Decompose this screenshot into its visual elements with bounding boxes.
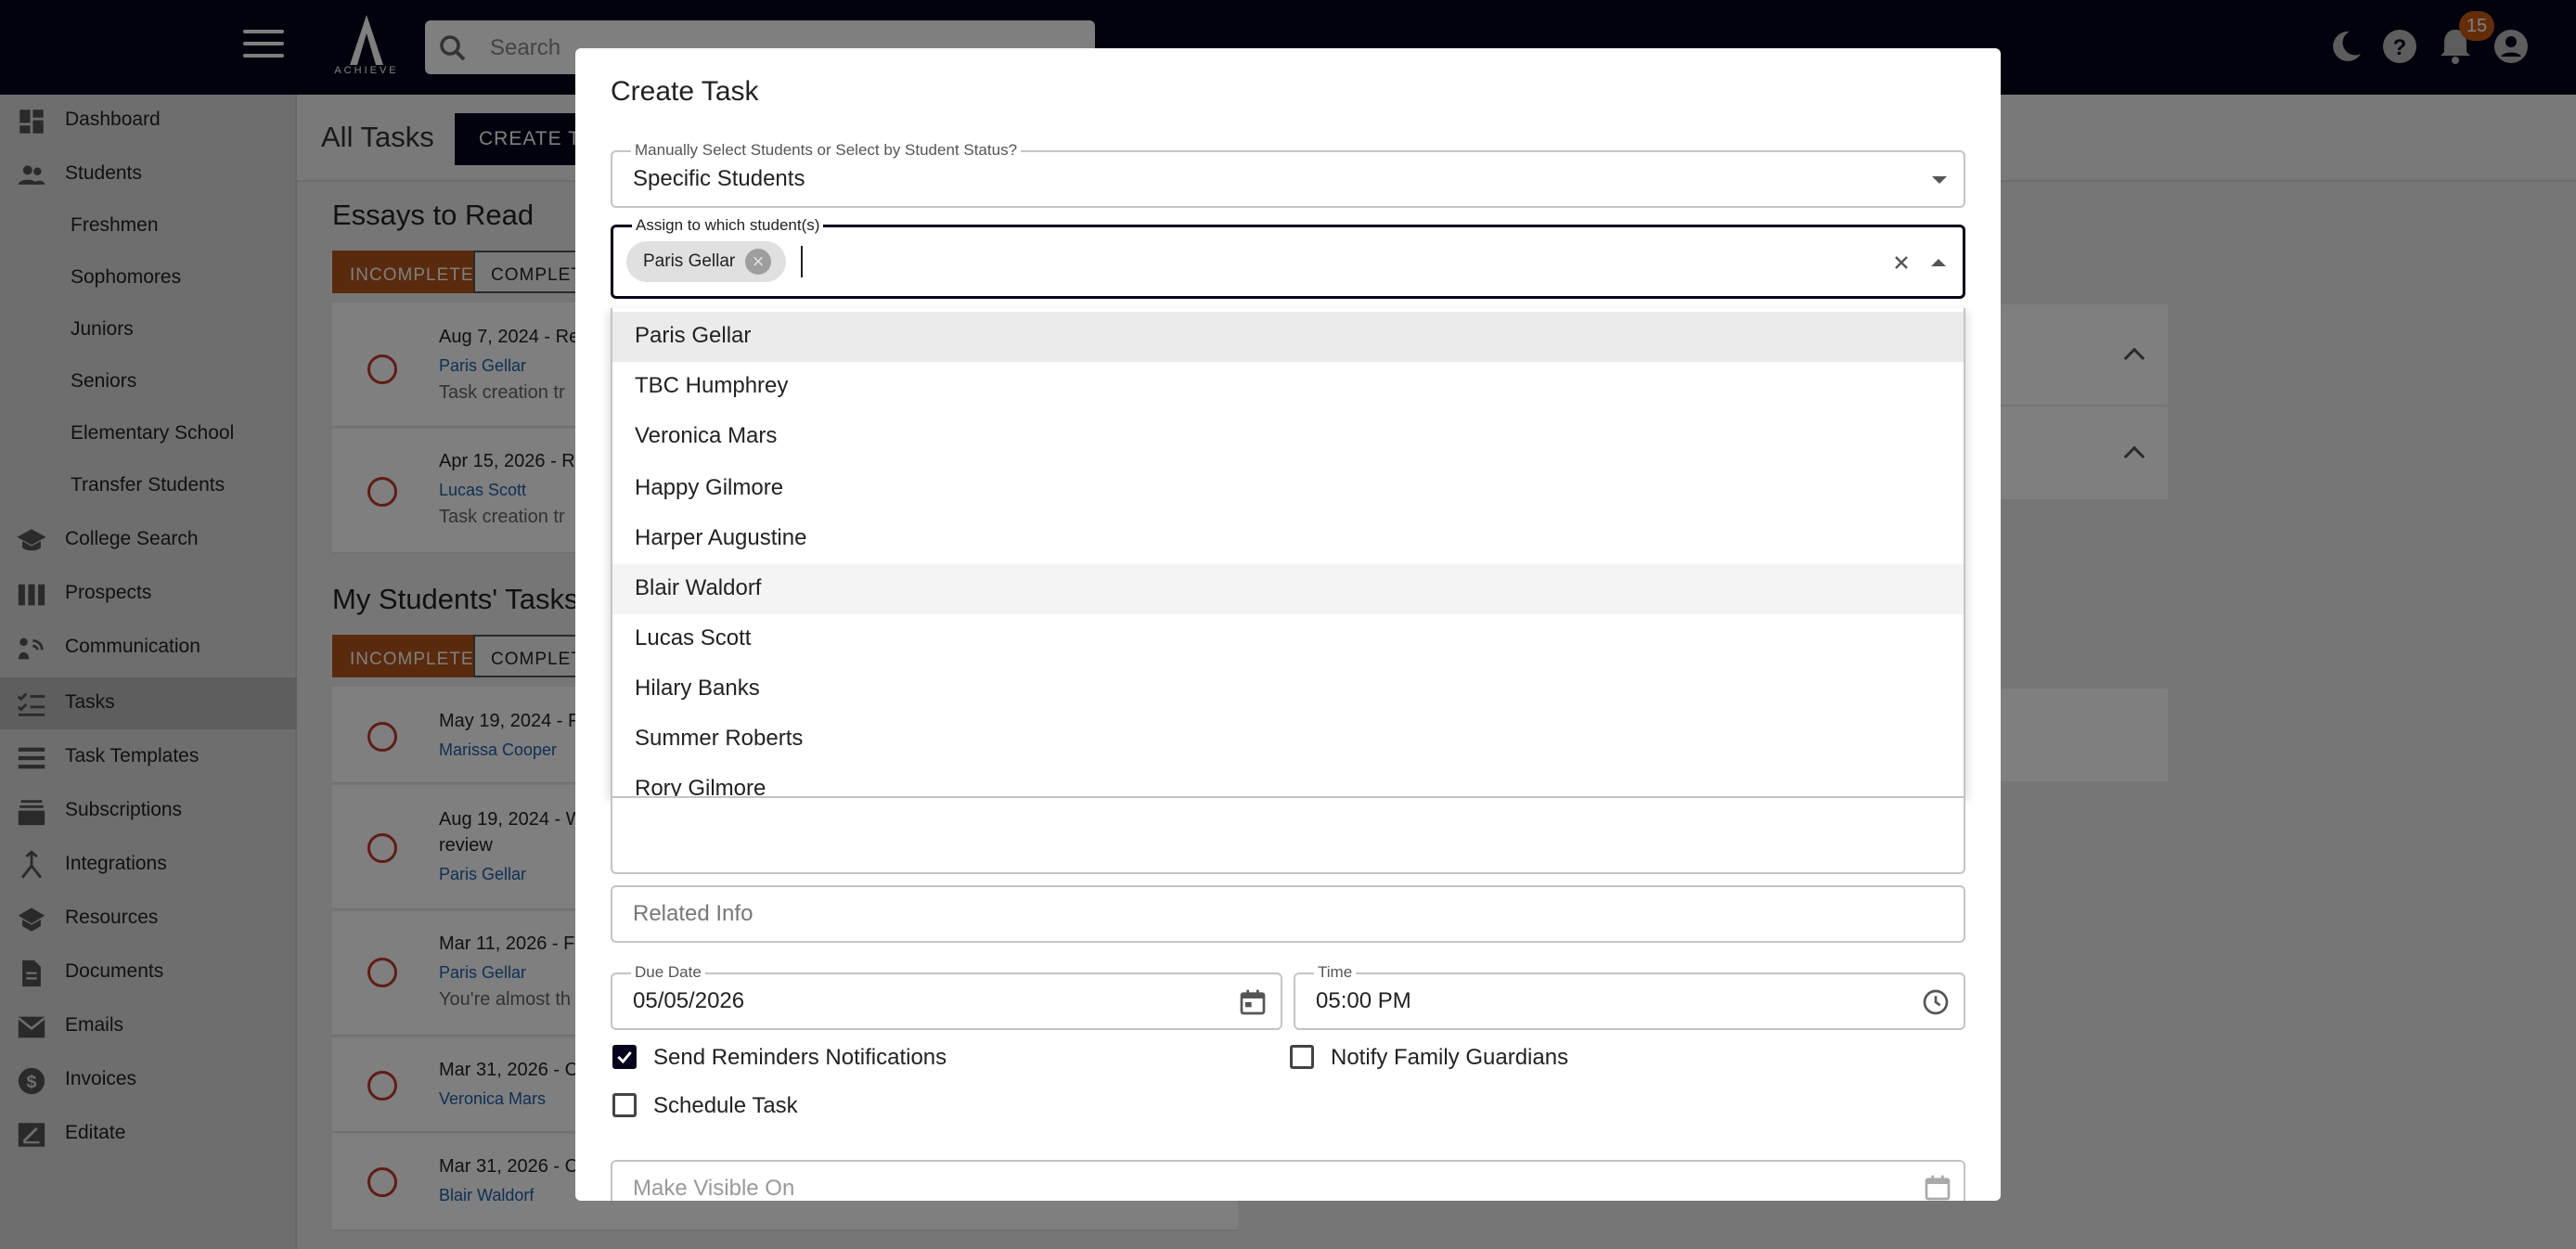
clock-icon[interactable]	[1921, 987, 1951, 1017]
dropdown-arrow-icon[interactable]	[1932, 176, 1947, 184]
due-date-field[interactable]: Due Date 05/05/2026	[611, 963, 1282, 1030]
related-info-field[interactable]: Related Info	[611, 885, 1965, 943]
field-value: Specific Students	[633, 166, 805, 191]
related-info-placeholder: Related Info	[633, 901, 753, 926]
field-value: 05:00 PM	[1316, 988, 1411, 1013]
notify-guardians-checkbox[interactable]	[1290, 1045, 1314, 1069]
option-item[interactable]: TBC Humphrey	[612, 362, 1964, 412]
make-visible-on-field[interactable]: Make Visible On	[611, 1160, 1965, 1201]
calendar-icon[interactable]	[1238, 987, 1268, 1017]
send-reminders-label: Send Reminders Notifications	[653, 1045, 947, 1070]
dialog-title: Create Task	[611, 76, 759, 107]
option-item[interactable]: Paris Gellar	[612, 312, 1964, 362]
option-item[interactable]: Blair Waldorf	[612, 564, 1964, 614]
option-item[interactable]: Rory Gilmore	[612, 765, 1964, 796]
selected-student-chip: Paris Gellar ×	[626, 241, 786, 282]
make-visible-placeholder: Make Visible On	[633, 1176, 795, 1201]
schedule-task-checkbox[interactable]	[612, 1093, 637, 1117]
field-label: Manually Select Students or Select by St…	[631, 141, 1022, 160]
option-item[interactable]: Summer Roberts	[612, 715, 1964, 765]
clear-icon[interactable]	[1890, 251, 1913, 274]
checkmark-icon	[617, 1051, 632, 1064]
schedule-task-label: Schedule Task	[653, 1093, 798, 1118]
assign-students-autocomplete[interactable]: Assign to which student(s) Paris Gellar …	[611, 216, 1965, 299]
send-reminders-checkbox[interactable]	[612, 1045, 637, 1069]
calendar-icon[interactable]	[1923, 1173, 1952, 1201]
description-field[interactable]	[611, 798, 1965, 874]
field-value: 05/05/2026	[633, 988, 745, 1013]
student-options-listbox: Paris Gellar TBC Humphrey Veronica Mars …	[611, 308, 1965, 798]
option-item[interactable]: Hilary Banks	[612, 664, 1964, 715]
chip-label: Paris Gellar	[643, 251, 736, 271]
time-field[interactable]: Time 05:00 PM	[1294, 963, 1965, 1030]
create-task-dialog: Create Task Manually Select Students or …	[575, 48, 2001, 1201]
chip-delete-icon[interactable]: ×	[745, 249, 771, 275]
autocomplete-input[interactable]	[801, 246, 803, 277]
option-item[interactable]: Harper Augustine	[612, 514, 1964, 564]
option-item[interactable]: Veronica Mars	[612, 412, 1964, 462]
notify-guardians-label: Notify Family Guardians	[1331, 1045, 1569, 1070]
option-item[interactable]: Happy Gilmore	[612, 464, 1964, 514]
student-selection-mode-select[interactable]: Manually Select Students or Select by St…	[611, 141, 1965, 208]
option-item[interactable]: Lucas Scott	[612, 614, 1964, 664]
collapse-arrow-icon[interactable]	[1931, 259, 1946, 266]
field-label: Assign to which student(s)	[632, 216, 824, 235]
field-label: Due Date	[631, 963, 705, 982]
field-label: Time	[1314, 963, 1357, 982]
